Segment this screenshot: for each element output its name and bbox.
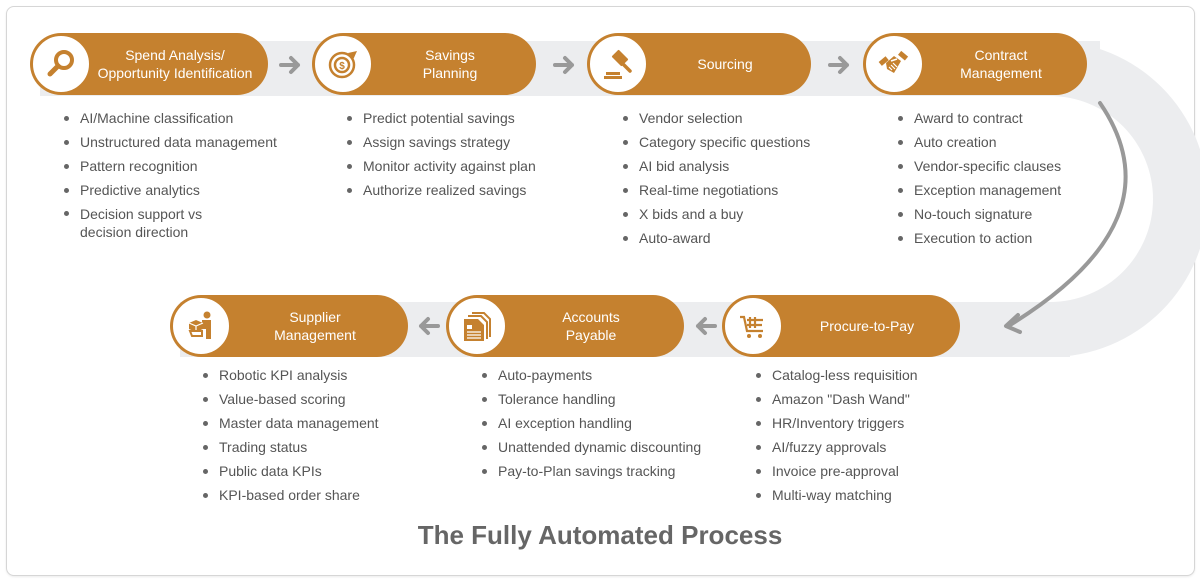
bullet-item: KPI-based order share [201,483,431,507]
step-supplier-management: Supplier Management [170,295,408,357]
bullet-item: Auto creation [896,130,1096,154]
bullet-item: Auto-payments [480,363,720,387]
step-icon-circle [32,35,90,93]
step-label: Savings Planning [422,47,478,81]
bullet-item: HR/Inventory triggers [754,411,974,435]
bullet-item: Predictive analytics [62,178,292,202]
arrow-right-icon [279,56,300,74]
step-bullets-supplier-management: Robotic KPI analysis Value-based scoring… [201,363,431,507]
bullet-item: Catalog-less requisition [754,363,974,387]
bullet-item: Monitor activity against plan [345,154,585,178]
bullet-item: Execution to action [896,226,1096,250]
bullet-item: Pay-to-Plan savings tracking [480,459,720,483]
arrow-right-icon [553,56,574,74]
bullet-item: Public data KPIs [201,459,431,483]
bullet-item: Decision support vs decision direction [62,202,210,244]
step-icon-circle [589,35,647,93]
step-label: Procure-to-Pay [819,318,915,334]
step-accounts-payable: Accounts Payable [446,295,684,357]
bullet-item: Pattern recognition [62,154,292,178]
step-label: Contract Management [960,47,1042,81]
step-bullets-savings-planning: Predict potential savings Assign savings… [345,106,585,202]
bullet-item: Unattended dynamic discounting [480,435,720,459]
bullet-item: Category specific questions [621,130,861,154]
step-bullets-accounts-payable: Auto-payments Tolerance handling AI exce… [480,363,720,483]
step-sourcing: Sourcing [587,33,811,95]
step-icon-circle [724,297,782,355]
bullet-item: Exception management [896,178,1096,202]
arrow-left-icon [696,317,717,335]
bullet-item: Invoice pre-approval [754,459,974,483]
bullet-item: No-touch signature [896,202,1096,226]
bullet-item: Predict potential savings [345,106,585,130]
step-label: Accounts Payable [562,309,620,343]
bullet-item: Auto-award [621,226,861,250]
step-icon-circle [448,297,506,355]
bullet-item: Robotic KPI analysis [201,363,431,387]
bullet-item: Amazon "Dash Wand" [754,387,974,411]
bullet-item: AI/Machine classification [62,106,292,130]
step-bullets-contract-management: Award to contract Auto creation Vendor-s… [896,106,1096,250]
bullet-item: X bids and a buy [621,202,861,226]
step-label: Supplier Management [274,309,356,343]
step-procure-to-pay: Procure-to-Pay [722,295,960,357]
bullet-item: Assign savings strategy [345,130,585,154]
bullet-item: AI/fuzzy approvals [754,435,974,459]
bullet-item: Authorize realized savings [345,178,585,202]
step-contract-management: Contract Management [863,33,1087,95]
bullet-item: Trading status [201,435,431,459]
bullet-item: Tolerance handling [480,387,720,411]
step-icon-circle [865,35,923,93]
bullet-item: Vendor-specific clauses [896,154,1096,178]
shopping-cart-icon [740,315,763,338]
bullet-item: AI bid analysis [621,154,861,178]
arrow-left-icon [419,317,440,335]
step-bullets-procure-to-pay: Catalog-less requisition Amazon "Dash Wa… [754,363,974,507]
step-bullets-sourcing: Vendor selection Category specific quest… [621,106,861,250]
step-savings-planning: $ Savings Planning [312,33,536,95]
person-with-box-icon [188,311,211,339]
target-dollar-icon: $ [328,51,357,79]
step-icon-circle: $ [314,35,372,93]
magnifying-glass-icon [47,50,74,77]
arrow-right-icon [828,56,849,74]
step-label: Sourcing [697,56,753,72]
step-icon-circle [172,297,230,355]
bullet-item: Vendor selection [621,106,861,130]
documents-icon [464,312,491,341]
bullet-item: Unstructured data management [62,130,292,154]
step-bullets-spend-analysis: AI/Machine classification Unstructured d… [62,106,292,244]
bullet-item: AI exception handling [480,411,720,435]
bullet-item: Real-time negotiations [621,178,861,202]
gavel-icon [604,49,632,79]
step-spend-analysis: Spend Analysis/ Opportunity Identificati… [30,33,268,95]
handshake-icon [878,50,909,73]
bullet-item: Multi-way matching [754,483,974,507]
step-label: Spend Analysis/ Opportunity Identificati… [97,47,253,81]
bullet-item: Value-based scoring [201,387,431,411]
diagram-title: The Fully Automated Process [417,520,783,550]
svg-text:$: $ [339,61,345,72]
bullet-item: Master data management [201,411,431,435]
bullet-item: Award to contract [896,106,1096,130]
